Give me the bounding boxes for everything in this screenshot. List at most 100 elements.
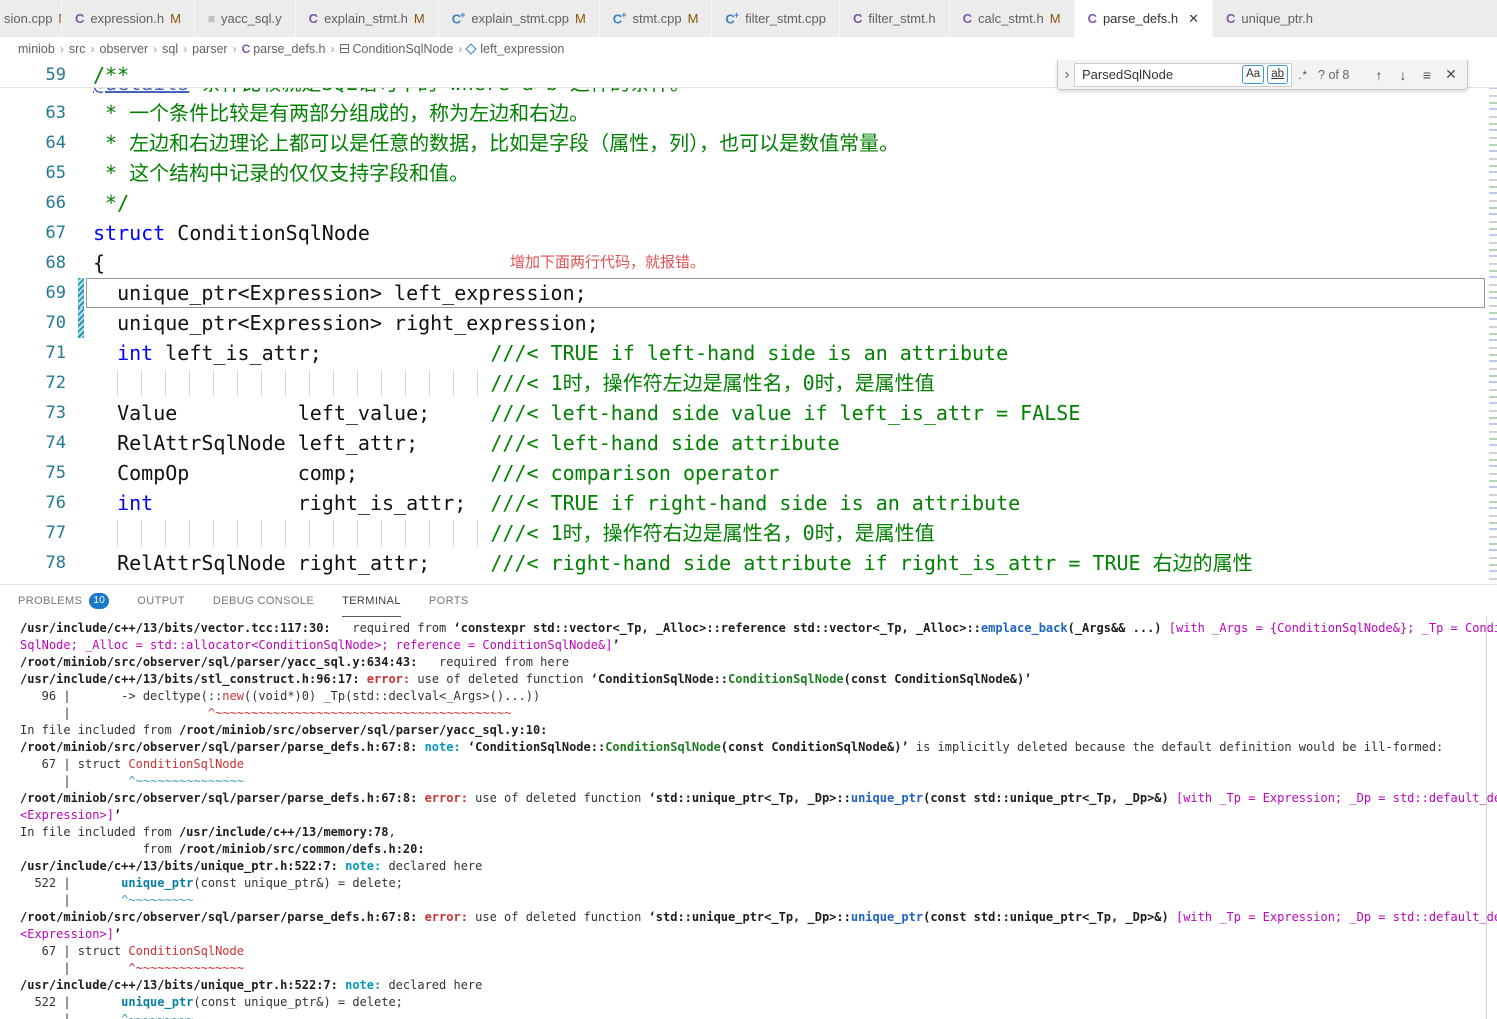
panel-tab-terminal[interactable]: TERMINAL [342, 585, 401, 617]
tab-label: filter_stmt.h [868, 11, 935, 26]
terminal-scrollbar[interactable] [1486, 617, 1487, 1019]
tab-expression.h[interactable]: Cexpression.hM [62, 0, 195, 37]
code-text: int left_is_attr; ///< TRUE if left-hand… [86, 338, 1008, 368]
code-line-75[interactable]: 75 CompOp comp; ///< comparison operator [0, 458, 1497, 488]
next-match-button[interactable]: ↓ [1391, 67, 1415, 83]
code-line-68[interactable]: 68{增加下面两行代码，就报错。 [0, 248, 1497, 278]
terminal-output[interactable]: /usr/include/c++/13/bits/vector.tcc:117:… [0, 617, 1497, 1019]
breadcrumb-symbol[interactable]: ConditionSqlNode [340, 42, 454, 56]
tab-explain_stmt.cpp[interactable]: C+explain_stmt.cppM [439, 0, 600, 37]
breadcrumb-item[interactable]: sql [162, 42, 178, 56]
breadcrumb-item[interactable]: miniob [18, 42, 55, 56]
chevron-right-icon: › [458, 42, 462, 56]
terminal-line: <Expression>]’ [20, 807, 1483, 824]
code-text: * 左边和右边理论上都可以是任意的数据，比如是字段（属性，列），也可以是数值常量… [86, 128, 899, 158]
code-line-69[interactable]: 69 unique_ptr<Expression> left_expressio… [0, 278, 1497, 308]
chevron-right-icon: › [91, 42, 95, 56]
tab-label: explain_stmt.cpp [471, 11, 569, 26]
tab-parse_defs.h[interactable]: Cparse_defs.h✕ [1075, 0, 1213, 37]
code-line-77[interactable]: 77 ///< 1时，操作符右边是属性名，0时，是属性值 [0, 518, 1497, 548]
panel-tab-problems[interactable]: PROBLEMS 10 [18, 585, 109, 617]
line-number-gutter: 76 [0, 488, 86, 518]
regex-toggle[interactable]: .* [1298, 68, 1308, 82]
line-number-gutter: 75 [0, 458, 86, 488]
code-line-67[interactable]: 67struct ConditionSqlNode [0, 218, 1497, 248]
breadcrumb-file[interactable]: Cparse_defs.h [242, 42, 326, 56]
find-in-selection-button[interactable]: ≡ [1415, 67, 1439, 83]
tab-label: calc_stmt.h [978, 11, 1044, 26]
line-number-gutter: 69 [0, 278, 86, 308]
tab-close-icon[interactable]: ✕ [1188, 11, 1199, 27]
tab-sion.cpp[interactable]: sion.cppM [0, 0, 62, 37]
close-find-button[interactable]: ✕ [1439, 66, 1463, 83]
breadcrumb-item[interactable]: observer [100, 42, 149, 56]
terminal-line: | ^~~~~~~~~~ [20, 1011, 1483, 1019]
line-number: 74 [46, 433, 66, 453]
tab-stmt.cpp[interactable]: C+stmt.cppM [600, 0, 713, 37]
terminal-line: 96 | -> decltype(::new((void*)0) _Tp(std… [20, 688, 1483, 705]
editor-tab-bar: sion.cppMCexpression.hM≡yacc_sql.yCexpla… [0, 0, 1497, 37]
c-file-icon: C [1226, 11, 1235, 26]
line-number: 70 [46, 313, 66, 333]
terminal-line: | ^~~~~~~~~~ [20, 892, 1483, 909]
line-number: 66 [46, 193, 66, 213]
line-number-gutter: 72 [0, 368, 86, 398]
find-input[interactable]: ParsedSqlNode Aa ab [1074, 63, 1292, 87]
code-line-74[interactable]: 74 RelAttrSqlNode left_attr; ///< left-h… [0, 428, 1497, 458]
breadcrumb-item[interactable]: src [69, 42, 86, 56]
panel-tab-label: DEBUG CONSOLE [213, 595, 314, 607]
line-number-gutter: 74 [0, 428, 86, 458]
line-number: 59 [46, 65, 66, 85]
code-line-63[interactable]: 63 * 一个条件比较是有两部分组成的，称为左边和右边。 [0, 98, 1497, 128]
panel-tab-label: TERMINAL [342, 595, 401, 607]
tab-explain_stmt.h[interactable]: Cexplain_stmt.hM [296, 0, 439, 37]
line-number: 78 [46, 553, 66, 573]
tab-calc_stmt.h[interactable]: Ccalc_stmt.hM [950, 0, 1075, 37]
tab-yacc_sql.y[interactable]: ≡yacc_sql.y [195, 0, 296, 37]
code-text: ///< 1时，操作符右边是属性名，0时，是属性值 [86, 518, 935, 548]
terminal-line: SqlNode; _Alloc = std::allocator<Conditi… [20, 637, 1483, 654]
code-line-73[interactable]: 73 Value left_value; ///< left-hand side… [0, 398, 1497, 428]
line-number-gutter: 77 [0, 518, 86, 548]
tab-filter_stmt.cpp[interactable]: C+filter_stmt.cpp [712, 0, 840, 37]
previous-match-button[interactable]: ↑ [1367, 67, 1391, 83]
chevron-right-icon: › [331, 42, 335, 56]
line-number-gutter: 78 [0, 548, 86, 578]
code-editor[interactable]: 59/**62@details 条件比较就是SQL语句中的 where a>b … [0, 60, 1497, 584]
terminal-line: 522 | unique_ptr(const unique_ptr&) = de… [20, 994, 1483, 1011]
match-case-toggle[interactable]: Aa [1242, 65, 1264, 84]
problems-count-badge: 10 [89, 593, 109, 609]
code-line-66[interactable]: 66 */ [0, 188, 1497, 218]
line-number: 65 [46, 163, 66, 183]
code-line-78[interactable]: 78 RelAttrSqlNode right_attr; ///< right… [0, 548, 1497, 578]
code-line-71[interactable]: 71 int left_is_attr; ///< TRUE if left-h… [0, 338, 1497, 368]
whole-word-toggle[interactable]: ab [1267, 65, 1288, 84]
minimap[interactable] [1489, 60, 1497, 584]
terminal-line: /root/miniob/src/observer/sql/parser/par… [20, 909, 1483, 926]
terminal-line: /root/miniob/src/observer/sql/parser/par… [20, 790, 1483, 807]
line-number: 71 [46, 343, 66, 363]
code-text: * 一个条件比较是有两部分组成的，称为左边和右边。 [86, 98, 589, 128]
chevron-right-icon: › [183, 42, 187, 56]
terminal-line: /usr/include/c++/13/bits/stl_construct.h… [20, 671, 1483, 688]
code-line-65[interactable]: 65 * 这个结构中记录的仅仅支持字段和值。 [0, 158, 1497, 188]
panel-tab-label: PROBLEMS [18, 595, 82, 607]
tab-filter_stmt.h[interactable]: Cfilter_stmt.h [840, 0, 950, 37]
code-line-70[interactable]: 70 unique_ptr<Expression> right_expressi… [0, 308, 1497, 338]
breadcrumb-item[interactable]: parser [192, 42, 227, 56]
cpp-file-icon: C+ [725, 10, 739, 26]
code-line-64[interactable]: 64 * 左边和右边理论上都可以是任意的数据，比如是字段（属性，列），也可以是数… [0, 128, 1497, 158]
code-line-72[interactable]: 72 ///< 1时，操作符左边是属性名，0时，是属性值 [0, 368, 1497, 398]
tab-unique_ptr.h[interactable]: Cunique_ptr.h [1213, 0, 1497, 37]
file-icon: ≡ [208, 12, 215, 26]
line-number: 67 [46, 223, 66, 243]
panel-tab-ports[interactable]: PORTS [429, 585, 469, 617]
tab-label: parse_defs.h [1103, 11, 1178, 26]
panel-tab-output[interactable]: OUTPUT [137, 585, 185, 617]
code-line-76[interactable]: 76 int right_is_attr; ///< TRUE if right… [0, 488, 1497, 518]
breadcrumb-symbol[interactable]: left_expression [467, 42, 564, 56]
panel-tab-bar: PROBLEMS 10 OUTPUT DEBUG CONSOLE TERMINAL POR… [0, 584, 1497, 617]
toggle-replace-chevron-icon[interactable]: › [1060, 66, 1074, 83]
terminal-line: | ^~~~~~~~~~~~~~~~~~~~~~~~~~~~~~~~~~~~~~… [20, 705, 1483, 722]
panel-tab-debug-console[interactable]: DEBUG CONSOLE [213, 585, 314, 617]
